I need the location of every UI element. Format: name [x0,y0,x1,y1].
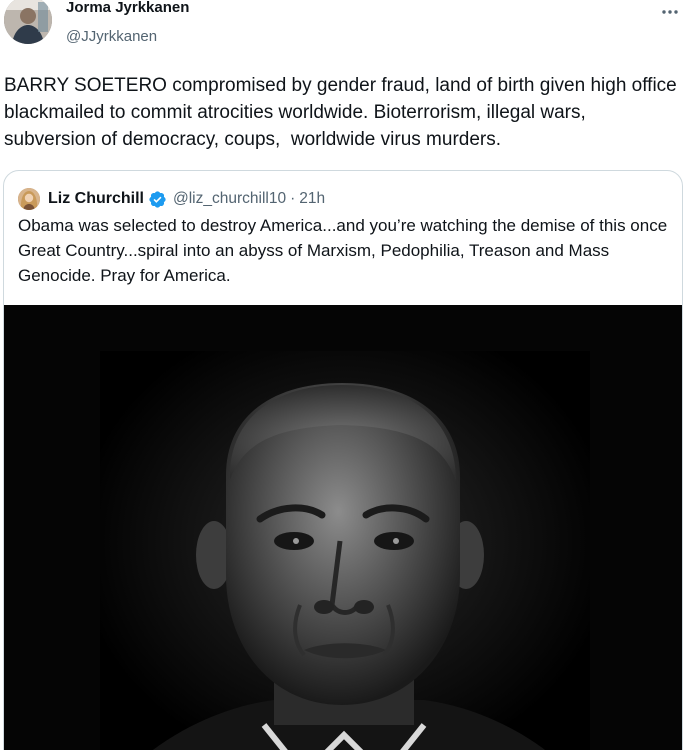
quoted-tweet-header: Liz Churchill @liz_churchill10 · 21h [18,187,325,211]
quoted-tweet-image[interactable] [4,305,682,750]
quoted-author-handle[interactable]: @liz_churchill10 [173,190,286,208]
author-avatar[interactable] [4,0,52,44]
author-handle[interactable]: @JJyrkkanen [66,28,157,45]
verified-badge-icon [148,190,167,209]
quoted-tweet[interactable]: Liz Churchill @liz_churchill10 · 21h Oba… [3,170,683,750]
more-horizontal-icon [662,10,678,14]
quoted-author-avatar[interactable] [18,188,40,210]
separator-dot: · [290,190,296,207]
tweet-text: BARRY SOETERO compromised by gender frau… [4,75,683,150]
tweet[interactable]: Jorma Jyrkkanen @JJyrkkanen BARRY SOETER… [0,0,684,750]
quoted-tweet-timestamp[interactable]: 21h [299,190,325,208]
quoted-author-name[interactable]: Liz Churchill [48,190,144,208]
quoted-tweet-text: Obama was selected to destroy America...… [18,216,668,285]
more-options-button[interactable] [656,0,684,24]
author-name[interactable]: Jorma Jyrkkanen [66,0,189,16]
